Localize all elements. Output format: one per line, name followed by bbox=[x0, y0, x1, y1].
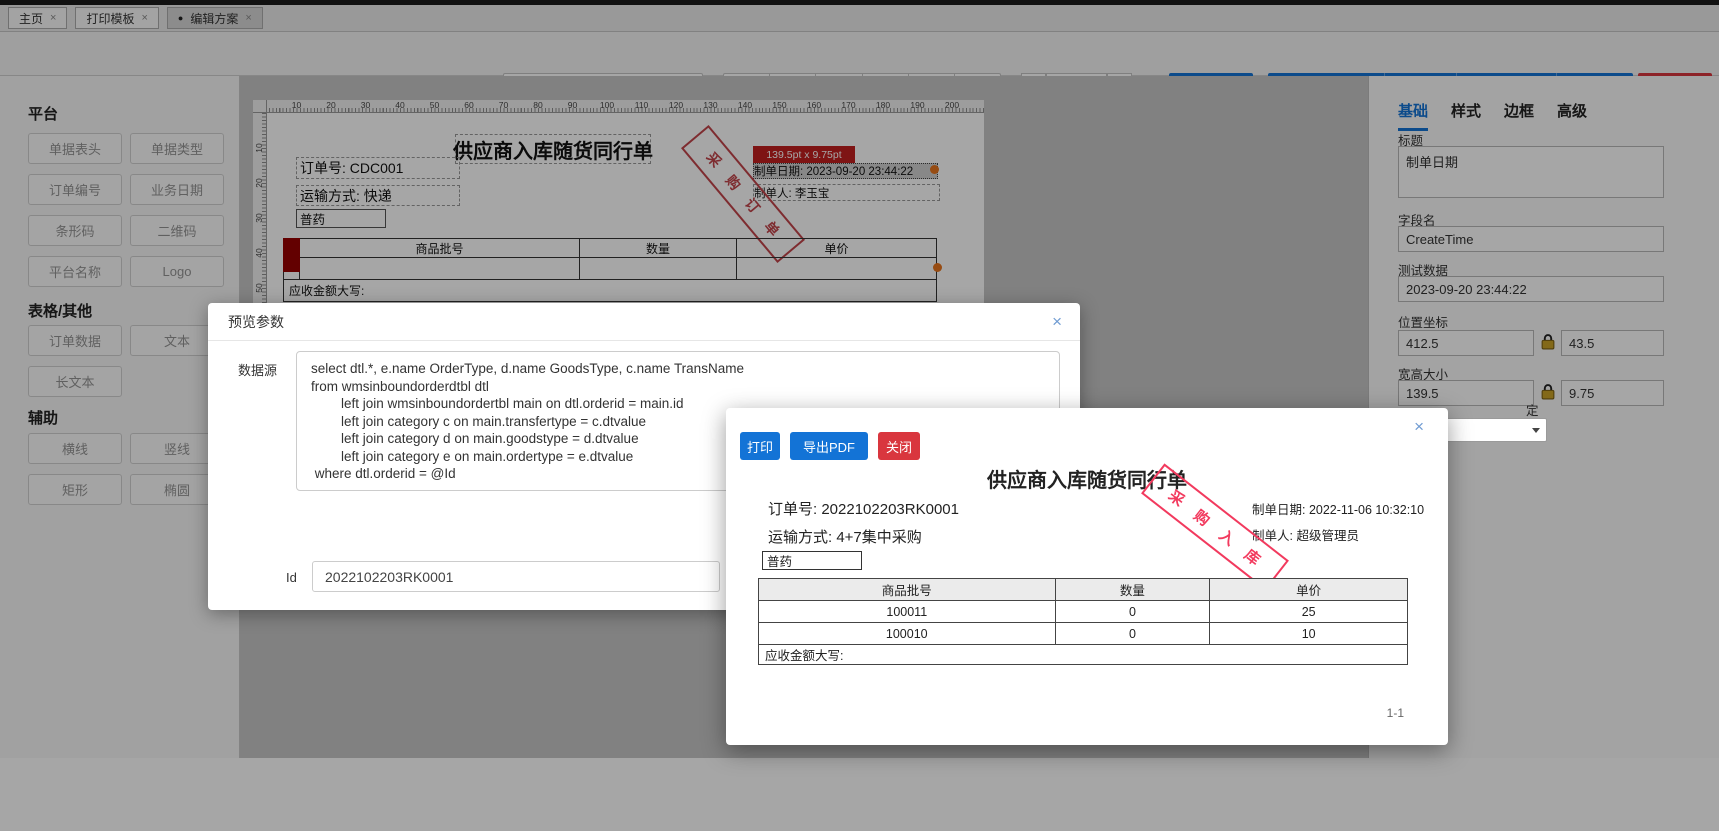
sql-line: select dtl.*, e.name OrderType, d.name G… bbox=[311, 361, 744, 376]
report-col-unit-price: 单价 bbox=[1209, 578, 1408, 601]
report-table-footer-row: 应收金额大写: bbox=[758, 644, 1408, 665]
report-table-header-row: 商品批号 数量 单价 bbox=[758, 578, 1408, 601]
report-table-row: 100010 0 10 bbox=[758, 622, 1408, 645]
report-order-no: 订单号: 2022102203RK0001 bbox=[768, 501, 959, 518]
report-footer: 应收金额大写: bbox=[758, 644, 1408, 665]
cell-quantity: 0 bbox=[1054, 622, 1211, 645]
cell-unit-price: 10 bbox=[1209, 622, 1408, 645]
report-make-date: 制单日期: 2022-11-06 10:32:10 bbox=[1252, 503, 1425, 517]
sql-line: from wmsinboundorderdtbl dtl bbox=[311, 378, 489, 394]
cell-batch-no: 100010 bbox=[758, 622, 1056, 645]
report-table: 商品批号 数量 单价 100011 0 25 100010 0 10 应收金额大… bbox=[758, 578, 1408, 665]
report-transport: 运输方式: 4+7集中采购 bbox=[768, 529, 922, 546]
modal-header: 预览参数 bbox=[208, 303, 1080, 341]
datasource-label: 数据源 bbox=[238, 363, 278, 378]
cell-unit-price: 25 bbox=[1209, 600, 1408, 623]
cell-batch-no: 100011 bbox=[758, 600, 1056, 623]
app-root: 主页 × 打印模板 × ● 编辑方案 × 入库随货同行单（列表式）【带 A3 A… bbox=[0, 0, 1719, 831]
close-icon[interactable]: × bbox=[1052, 313, 1062, 330]
report-make-person: 制单人: 超级管理员 bbox=[1252, 529, 1359, 543]
close-preview-button[interactable]: 关闭 bbox=[878, 432, 920, 460]
id-label: Id bbox=[286, 570, 297, 585]
report-col-batch-no: 商品批号 bbox=[758, 578, 1056, 601]
report-table-row: 100011 0 25 bbox=[758, 600, 1408, 623]
close-icon[interactable]: × bbox=[1414, 418, 1424, 435]
page-indicator: 1-1 bbox=[1386, 706, 1404, 720]
report-title: 供应商入库随货同行单 bbox=[987, 470, 1187, 492]
id-input[interactable]: 2022102203RK0001 bbox=[312, 561, 720, 592]
export-pdf-button[interactable]: 导出PDF bbox=[790, 432, 868, 460]
report-goods-type: 普药 bbox=[762, 551, 862, 570]
modal-title: 预览参数 bbox=[228, 313, 284, 330]
print-preview-modal: × 打印 导出PDF 关闭 供应商入库随货同行单 订单号: 2022102203… bbox=[726, 408, 1448, 745]
chevron-down-icon bbox=[1532, 428, 1540, 433]
cell-quantity: 0 bbox=[1054, 600, 1211, 623]
print-button[interactable]: 打印 bbox=[740, 432, 780, 460]
report-col-quantity: 数量 bbox=[1054, 578, 1211, 601]
